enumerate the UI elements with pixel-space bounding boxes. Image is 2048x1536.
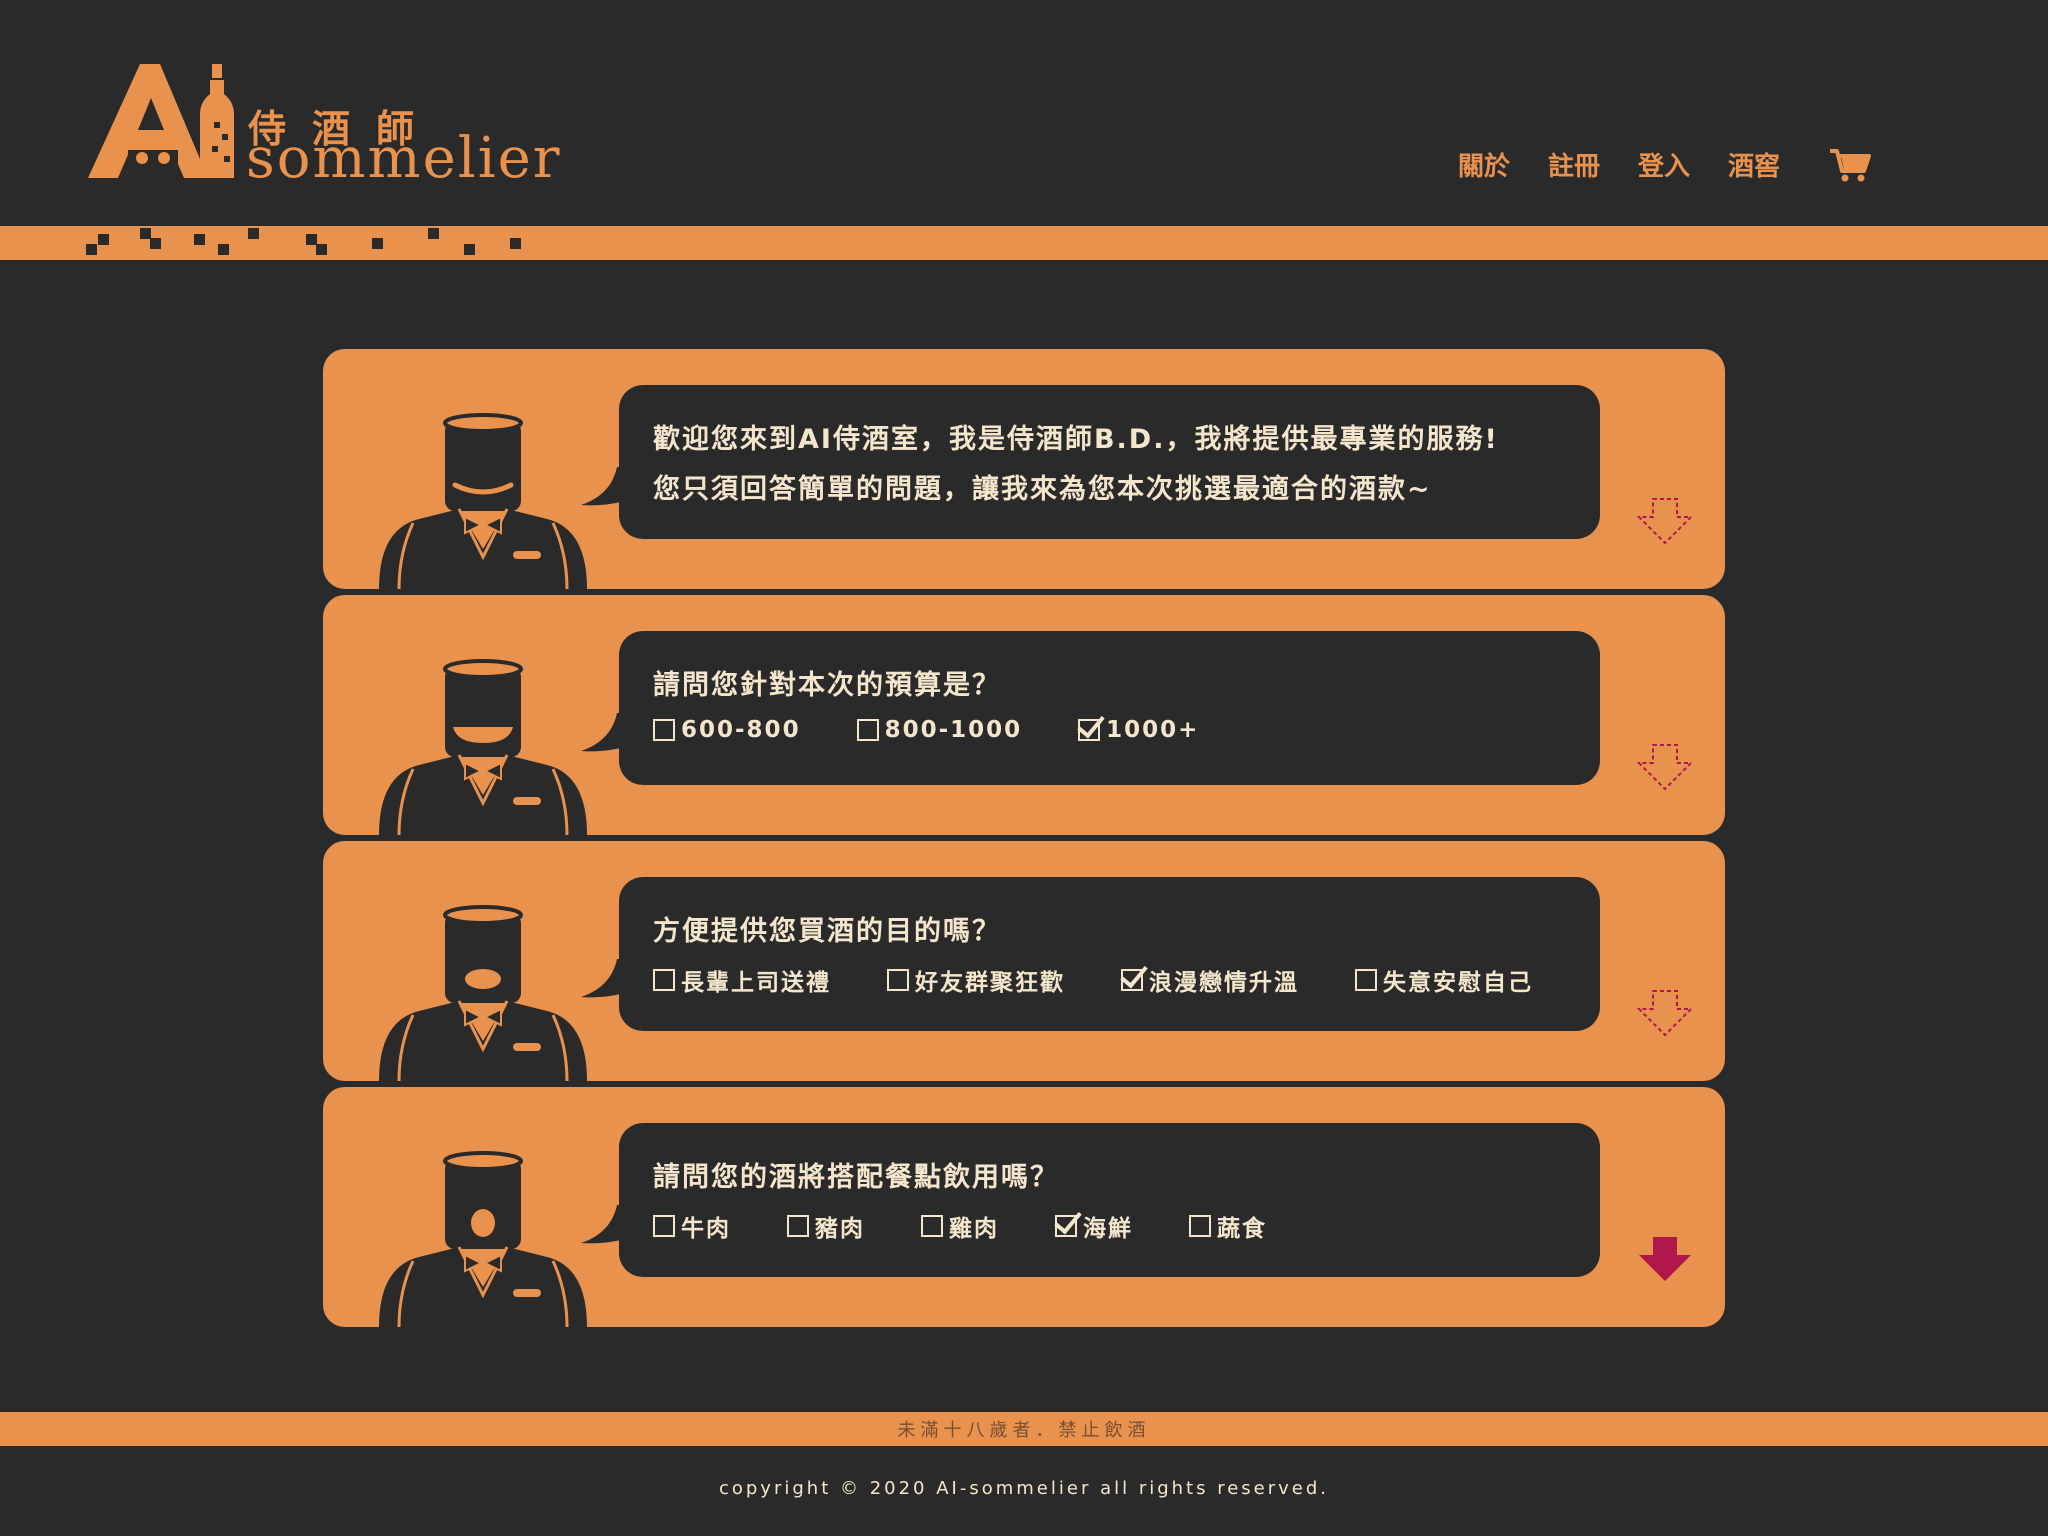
cart-icon[interactable] bbox=[1828, 147, 1872, 183]
option-checkbox[interactable]: 800-1000 bbox=[856, 717, 1023, 743]
option-label: 失意安慰自己 bbox=[1383, 970, 1533, 996]
option-group: 600-800 800-1000 1000+ bbox=[653, 717, 1566, 743]
checkbox-icon[interactable] bbox=[856, 719, 879, 741]
speech-bubble: 請問您針對本次的預算是？ 600-800 800-1000 1000+ bbox=[619, 631, 1600, 785]
option-label: 蔬食 bbox=[1217, 1216, 1267, 1242]
pixel-decoration bbox=[0, 226, 560, 260]
option-label: 1000+ bbox=[1106, 717, 1200, 743]
question-text: 您只須回答簡單的問題，讓我來為您本次挑選最適合的酒款~ bbox=[653, 474, 1432, 505]
checkbox-icon[interactable] bbox=[921, 1215, 943, 1237]
option-checkbox[interactable]: 牛肉 bbox=[653, 1209, 731, 1243]
next-arrow-icon[interactable] bbox=[1635, 741, 1695, 793]
age-notice: 未滿十八歲者．禁止飲酒 bbox=[897, 1420, 1151, 1441]
question-card: 方便提供您買酒的目的嗎？ 長輩上司送禮 好友群聚狂歡 浪漫戀情升溫 失意安慰自己 bbox=[323, 841, 1725, 1081]
age-notice-bar: 未滿十八歲者．禁止飲酒 bbox=[0, 1412, 2048, 1446]
questionnaire: 歡迎您來到AI侍酒室，我是侍酒師B.D.，我將提供最專業的服務! 您只須回答簡單的… bbox=[323, 349, 1725, 1333]
checkbox-icon[interactable] bbox=[653, 969, 675, 991]
question-card: 請問您的酒將搭配餐點飲用嗎？ 牛肉 豬肉 雞肉 海鮮 蔬食 bbox=[323, 1087, 1725, 1327]
sommelier-avatar-icon bbox=[379, 659, 587, 835]
option-checkbox[interactable]: 600-800 bbox=[653, 717, 801, 743]
option-checkbox[interactable]: 蔬食 bbox=[1189, 1209, 1267, 1243]
question-text: 請問您的酒將搭配餐點飲用嗎？ bbox=[653, 1162, 1059, 1193]
speech-bubble: 請問您的酒將搭配餐點飲用嗎？ 牛肉 豬肉 雞肉 海鮮 蔬食 bbox=[619, 1123, 1600, 1277]
option-label: 牛肉 bbox=[681, 1216, 731, 1242]
ai-logo-mark bbox=[88, 64, 234, 178]
site-logo[interactable]: 侍酒師 sommelier bbox=[88, 58, 560, 191]
main-nav: 關於 註冊 登入 酒窖 bbox=[1420, 146, 1872, 183]
checkbox-icon[interactable] bbox=[887, 969, 909, 991]
copyright-text: copyright © 2020 AI-sommelier all rights… bbox=[718, 1478, 1330, 1499]
checkbox-icon[interactable] bbox=[653, 1215, 675, 1237]
option-checkbox[interactable]: 豬肉 bbox=[787, 1209, 865, 1243]
option-label: 雞肉 bbox=[949, 1216, 999, 1242]
nav-about[interactable]: 關於 bbox=[1458, 146, 1510, 183]
checkbox-icon[interactable] bbox=[1189, 1215, 1211, 1237]
speech-bubble: 歡迎您來到AI侍酒室，我是侍酒師B.D.，我將提供最專業的服務! 您只須回答簡單的… bbox=[619, 385, 1600, 539]
sommelier-avatar-icon bbox=[379, 413, 587, 589]
checkbox-icon[interactable] bbox=[1121, 969, 1143, 991]
option-checkbox[interactable]: 1000+ bbox=[1078, 717, 1199, 743]
checkbox-icon[interactable] bbox=[787, 1215, 809, 1237]
option-checkbox[interactable]: 浪漫戀情升溫 bbox=[1121, 963, 1299, 997]
question-text: 請問您針對本次的預算是？ bbox=[653, 670, 1001, 701]
nav-login[interactable]: 登入 bbox=[1638, 146, 1690, 183]
checkbox-icon[interactable] bbox=[653, 719, 675, 741]
option-label: 浪漫戀情升溫 bbox=[1149, 970, 1299, 996]
sommelier-avatar-icon bbox=[379, 1151, 587, 1327]
option-group: 長輩上司送禮 好友群聚狂歡 浪漫戀情升溫 失意安慰自己 bbox=[653, 963, 1566, 997]
logo-english-text: sommelier bbox=[246, 126, 562, 191]
speech-bubble: 方便提供您買酒的目的嗎？ 長輩上司送禮 好友群聚狂歡 浪漫戀情升溫 失意安慰自己 bbox=[619, 877, 1600, 1031]
option-label: 長輩上司送禮 bbox=[681, 970, 831, 996]
option-checkbox[interactable]: 雞肉 bbox=[921, 1209, 999, 1243]
option-group: 牛肉 豬肉 雞肉 海鮮 蔬食 bbox=[653, 1209, 1566, 1243]
nav-cellar[interactable]: 酒窖 bbox=[1728, 146, 1780, 183]
option-label: 好友群聚狂歡 bbox=[915, 970, 1065, 996]
checkbox-icon[interactable] bbox=[1055, 1215, 1077, 1237]
option-label: 豬肉 bbox=[815, 1216, 865, 1242]
option-checkbox[interactable]: 海鮮 bbox=[1055, 1209, 1133, 1243]
question-text: 方便提供您買酒的目的嗎？ bbox=[653, 916, 1001, 947]
option-checkbox[interactable]: 好友群聚狂歡 bbox=[887, 963, 1065, 997]
sommelier-avatar-icon bbox=[379, 905, 587, 1081]
checkbox-icon[interactable] bbox=[1355, 969, 1377, 991]
checkbox-icon[interactable] bbox=[1078, 719, 1101, 741]
option-checkbox[interactable]: 失意安慰自己 bbox=[1355, 963, 1533, 997]
next-arrow-icon[interactable] bbox=[1635, 1233, 1695, 1285]
question-text: 歡迎您來到AI侍酒室，我是侍酒師B.D.，我將提供最專業的服務! bbox=[653, 424, 1499, 455]
next-arrow-icon[interactable] bbox=[1635, 495, 1695, 547]
option-label: 600-800 bbox=[681, 717, 801, 743]
option-label: 海鮮 bbox=[1083, 1216, 1133, 1242]
nav-register[interactable]: 註冊 bbox=[1548, 146, 1600, 183]
question-card: 歡迎您來到AI侍酒室，我是侍酒師B.D.，我將提供最專業的服務! 您只須回答簡單的… bbox=[323, 349, 1725, 589]
option-checkbox[interactable]: 長輩上司送禮 bbox=[653, 963, 831, 997]
question-card: 請問您針對本次的預算是？ 600-800 800-1000 1000+ bbox=[323, 595, 1725, 835]
next-arrow-icon[interactable] bbox=[1635, 987, 1695, 1039]
option-label: 800-1000 bbox=[884, 717, 1023, 743]
